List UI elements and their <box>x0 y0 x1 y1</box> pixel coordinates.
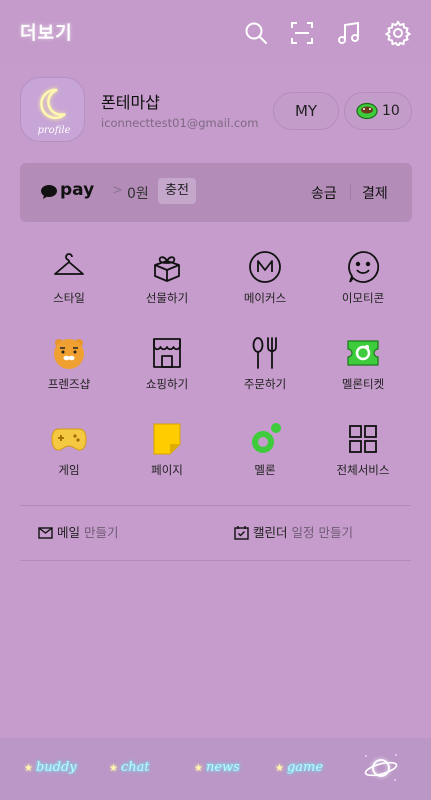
coin-button[interactable]: 10 <box>344 92 412 130</box>
melon-icon <box>247 421 283 457</box>
tab-label: game <box>286 760 324 775</box>
menu-label: 선물하기 <box>145 291 189 305</box>
menu-label: 페이지 <box>151 463 183 477</box>
menu-item-game[interactable]: 게임 <box>20 412 118 492</box>
menu-item-style[interactable]: 스타일 <box>20 240 118 320</box>
star-icon: ★ <box>24 763 33 774</box>
menu-item-gift[interactable]: 선물하기 <box>118 240 216 320</box>
pay-label: pay <box>60 180 95 200</box>
page-icon <box>149 421 185 457</box>
star-icon: ★ <box>275 763 284 774</box>
music-icon[interactable] <box>336 20 362 46</box>
makers-m-icon <box>247 249 283 285</box>
gamepad-icon <box>51 421 87 457</box>
menu-item-melon-ticket[interactable]: 멜론티켓 <box>314 326 412 406</box>
shop-icon <box>149 335 185 371</box>
menu-label: 전체서비스 <box>336 463 390 477</box>
create-calendar-link[interactable]: 캘린더 일정 만들기 <box>234 522 353 541</box>
menu-label: 스타일 <box>53 291 85 305</box>
star-icon: ★ <box>194 763 203 774</box>
calendar-label: 캘린더 <box>253 525 288 540</box>
create-mail-link[interactable]: 메일 만들기 <box>38 522 119 541</box>
menu-item-shopping[interactable]: 쇼핑하기 <box>118 326 216 406</box>
my-button[interactable]: MY <box>273 92 339 130</box>
tab-news[interactable]: ★ news <box>194 760 240 775</box>
bottom-tab-bar: ★ buddy ★ chat ★ news ★ game <box>0 738 431 800</box>
ryan-friends-icon <box>51 335 87 371</box>
grid-icon <box>345 421 381 457</box>
melon-ticket-icon <box>345 335 381 371</box>
top-bar: 더보기 <box>0 0 431 64</box>
pay-bar[interactable]: pay > 0원 충전 송금 결제 <box>20 163 412 222</box>
menu-item-friends-shop[interactable]: 프렌즈샵 <box>20 326 118 406</box>
menu-item-order[interactable]: 주문하기 <box>216 326 314 406</box>
mail-icon <box>38 527 53 539</box>
menu-label: 멜론티켓 <box>341 377 385 391</box>
tab-label: news <box>205 760 240 775</box>
coin-count: 10 <box>382 103 400 119</box>
profile-avatar[interactable]: profile <box>20 77 85 142</box>
charge-button[interactable]: 충전 <box>158 178 196 204</box>
divider <box>20 560 411 561</box>
profile-name: 폰테마샵 <box>101 93 160 112</box>
calendar-action: 일정 만들기 <box>291 525 353 540</box>
tab-label: chat <box>120 760 150 775</box>
mail-action: 만들기 <box>84 525 119 540</box>
tab-game[interactable]: ★ game <box>275 760 323 775</box>
settings-gear-icon[interactable] <box>384 20 412 48</box>
menu-label: 쇼핑하기 <box>145 377 189 391</box>
menu-item-emoticon[interactable]: 이모티콘 <box>314 240 412 320</box>
gift-icon <box>149 249 185 285</box>
pay-divider <box>350 184 351 200</box>
menu-label: 주문하기 <box>243 377 287 391</box>
payment-button[interactable]: 결제 <box>362 183 388 203</box>
send-money-button[interactable]: 송금 <box>311 183 337 203</box>
tab-buddy[interactable]: ★ buddy <box>24 760 77 775</box>
star-icon: ★ <box>109 763 118 774</box>
menu-label: 게임 <box>58 463 80 477</box>
menu-label: 이모티콘 <box>341 291 385 305</box>
choco-coin-icon <box>356 102 378 120</box>
pay-balance[interactable]: 0원 <box>127 183 149 203</box>
menu-item-makers[interactable]: 메이커스 <box>216 240 314 320</box>
pay-bubble-icon <box>41 185 57 199</box>
page-title: 더보기 <box>20 23 73 44</box>
divider <box>20 505 411 506</box>
tab-more-planet-icon[interactable] <box>361 750 401 786</box>
profile-section: profile 폰테마샵 iconnecttest01@gmail.com MY… <box>0 64 431 154</box>
fork-spoon-icon <box>247 335 283 371</box>
menu-label: 멜론 <box>254 463 276 477</box>
profile-email: iconnecttest01@gmail.com <box>101 116 259 130</box>
pay-chevron: > <box>112 183 123 198</box>
menu-label: 프렌즈샵 <box>47 377 91 391</box>
calendar-check-icon <box>234 526 249 540</box>
tab-chat[interactable]: ★ chat <box>109 760 150 775</box>
scan-icon[interactable] <box>289 20 315 46</box>
menu-item-page[interactable]: 페이지 <box>118 412 216 492</box>
menu-label: 메이커스 <box>243 291 287 305</box>
smile-emoticon-icon <box>345 249 381 285</box>
menu-item-all-services[interactable]: 전체서비스 <box>314 412 412 492</box>
mail-label: 메일 <box>57 525 81 540</box>
menu-item-melon[interactable]: 멜론 <box>216 412 314 492</box>
avatar-text: profile <box>38 125 71 136</box>
search-icon[interactable] <box>243 20 269 46</box>
hanger-icon <box>51 249 87 285</box>
tab-label: buddy <box>35 760 77 775</box>
